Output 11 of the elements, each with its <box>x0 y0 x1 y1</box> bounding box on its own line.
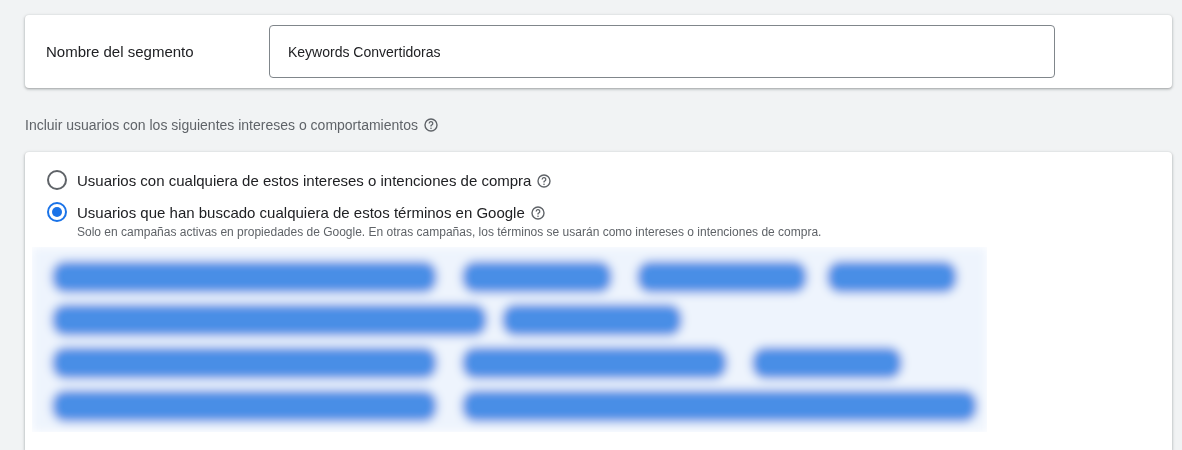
radio-button[interactable] <box>47 202 67 222</box>
field-label: Nombre del segmento <box>46 43 195 60</box>
radio-button[interactable] <box>47 170 67 190</box>
option-label: Usuarios que han buscado cualquiera de estos términos en Google <box>77 204 525 221</box>
option-note: Solo en campañas activas en propiedades de Google. En otras campañas, los términos se usarán como intereses o intenciones de compra. <box>77 225 822 239</box>
option-label: Usuarios con cualquiera de estos intereses o intenciones de compra <box>77 172 532 189</box>
help-icon[interactable] <box>530 205 545 220</box>
help-icon[interactable] <box>537 173 552 188</box>
help-icon[interactable] <box>424 118 438 132</box>
segment-name-field[interactable]: Keywords Convertidoras <box>269 25 1055 78</box>
section-label: Incluir usuarios con los siguientes intereses o comportamientos <box>25 117 418 133</box>
